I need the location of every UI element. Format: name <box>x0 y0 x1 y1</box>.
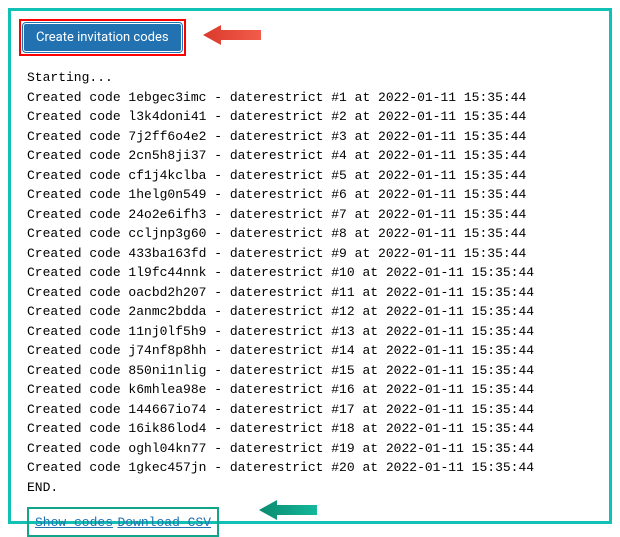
log-entry: Created code 144667io74 - daterestrict #… <box>27 400 601 420</box>
log-entry: Created code l3k4doni41 - daterestrict #… <box>27 107 601 127</box>
log-end: END. <box>27 478 601 498</box>
log-entry: Created code 16ik86lod4 - daterestrict #… <box>27 419 601 439</box>
log-entry: Created code 11nj0lf5h9 - daterestrict #… <box>27 322 601 342</box>
log-entry: Created code 1ebgec3imc - daterestrict #… <box>27 88 601 108</box>
show-codes-link[interactable]: Show codes <box>35 515 113 530</box>
log-entry: Created code 7j2ff6o4e2 - daterestrict #… <box>27 127 601 147</box>
log-output: Starting... Created code 1ebgec3imc - da… <box>19 68 601 497</box>
log-entry: Created code 1helg0n549 - daterestrict #… <box>27 185 601 205</box>
log-entry: Created code 1gkec457jn - daterestrict #… <box>27 458 601 478</box>
log-entry: Created code 24o2e6ifh3 - daterestrict #… <box>27 205 601 225</box>
log-entry: Created code oghl04kn77 - daterestrict #… <box>27 439 601 459</box>
log-entry: Created code oacbd2h207 - daterestrict #… <box>27 283 601 303</box>
log-entry: Created code 2anmc2bdda - daterestrict #… <box>27 302 601 322</box>
links-highlight-box: Show codes Download CSV <box>27 507 219 537</box>
log-entry: Created code 1l9fc44nnk - daterestrict #… <box>27 263 601 283</box>
button-highlight-box: Create invitation codes <box>19 19 186 56</box>
create-invitation-codes-button[interactable]: Create invitation codes <box>23 23 182 52</box>
log-entry: Created code k6mhlea98e - daterestrict #… <box>27 380 601 400</box>
download-csv-link[interactable]: Download CSV <box>117 515 211 530</box>
log-entry: Created code j74nf8p8hh - daterestrict #… <box>27 341 601 361</box>
log-entry: Created code 850ni1nlig - daterestrict #… <box>27 361 601 381</box>
log-entry: Created code 433ba163fd - daterestrict #… <box>27 244 601 264</box>
arrow-left-icon <box>203 24 263 46</box>
log-entry: Created code ccljnp3g60 - daterestrict #… <box>27 224 601 244</box>
arrow-left-icon <box>259 499 319 521</box>
log-start: Starting... <box>27 68 601 88</box>
main-panel: Create invitation codes Starting... Crea… <box>8 8 612 524</box>
log-entry: Created code cf1j4kclba - daterestrict #… <box>27 166 601 186</box>
log-entry: Created code 2cn5h8ji37 - daterestrict #… <box>27 146 601 166</box>
